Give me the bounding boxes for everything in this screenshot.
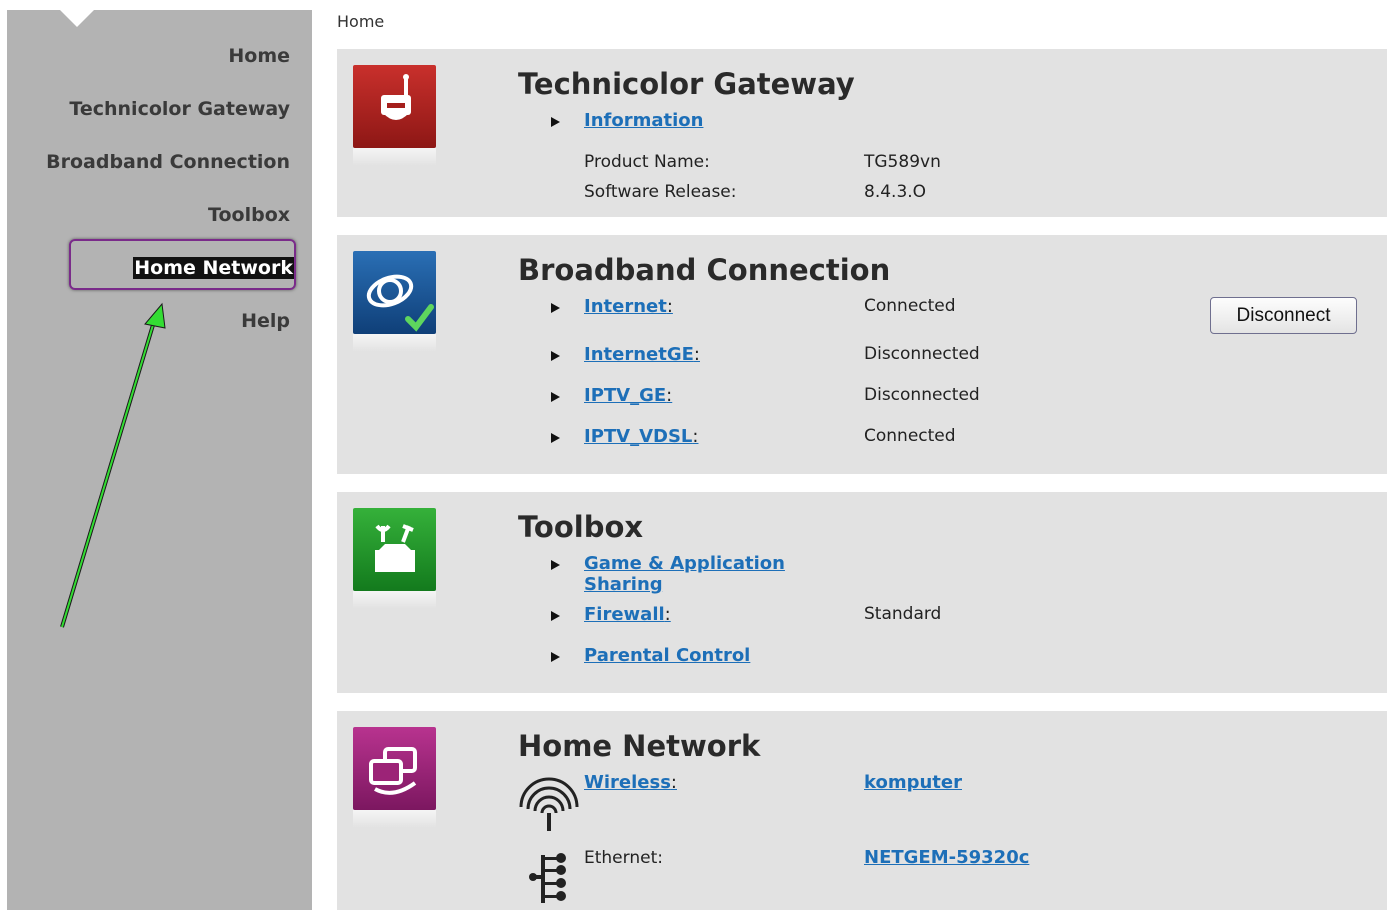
annotation-arrow <box>60 302 166 628</box>
gateway-title: Technicolor Gateway <box>518 67 855 101</box>
ethernet-label: Ethernet: <box>584 848 663 868</box>
panel-technicolor-gateway: Technicolor Gateway Information Product … <box>337 49 1387 217</box>
panel-home-network: Home Network Wireless: komputer Ethernet… <box>337 711 1387 910</box>
information-link[interactable]: Information <box>584 110 703 131</box>
firewall-link[interactable]: Firewall: <box>584 604 671 625</box>
software-release-value: 8.4.3.O <box>864 182 927 202</box>
home-network-title: Home Network <box>518 729 761 763</box>
toolbox-title: Toolbox <box>518 510 644 544</box>
home-network-icon[interactable] <box>353 727 436 828</box>
wireless-ssid-link[interactable]: komputer <box>864 772 962 793</box>
ethernet-icon <box>529 853 566 903</box>
broadband-title: Broadband Connection <box>518 253 891 287</box>
row-arrow-icon <box>551 303 560 313</box>
ethernet-device-link[interactable]: NETGEM-59320c <box>864 847 1029 868</box>
disconnect-button[interactable]: Disconnect <box>1210 297 1357 334</box>
toolbox-icon[interactable] <box>353 508 436 609</box>
panel-toolbox: Toolbox Game & Application Sharing Firewa… <box>337 492 1387 693</box>
sidebar: Home Technicolor Gateway Broadband Conne… <box>7 9 312 910</box>
software-release-label: Software Release: <box>584 182 737 202</box>
row-arrow-icon <box>551 392 560 402</box>
gateway-icon[interactable] <box>353 65 436 166</box>
iptv-ge-link[interactable]: IPTV_GE: <box>584 385 672 406</box>
row-arrow-icon <box>551 652 560 662</box>
internet-status: Connected <box>864 296 956 316</box>
row-arrow-icon <box>551 117 560 127</box>
wireless-link[interactable]: Wireless: <box>584 772 677 793</box>
row-arrow-icon <box>551 560 560 570</box>
product-name-value: TG589vn <box>864 152 941 172</box>
parental-control-link[interactable]: Parental Control <box>584 645 750 666</box>
row-arrow-icon <box>551 433 560 443</box>
panel-broadband-connection: Broadband Connection Internet: Connected… <box>337 235 1387 474</box>
iptv-ge-status: Disconnected <box>864 385 980 405</box>
internet-link[interactable]: Internet: <box>584 296 673 317</box>
internetge-link[interactable]: InternetGE: <box>584 344 700 365</box>
firewall-value: Standard <box>864 604 942 624</box>
iptv-vdsl-status: Connected <box>864 426 956 446</box>
product-name-label: Product Name: <box>584 152 710 172</box>
wireless-icon <box>519 777 579 831</box>
breadcrumb: Home <box>337 12 385 31</box>
broadband-globe-icon[interactable] <box>353 251 436 352</box>
row-arrow-icon <box>551 351 560 361</box>
row-arrow-icon <box>551 611 560 621</box>
game-application-sharing-link[interactable]: Game & Application Sharing <box>584 553 785 595</box>
internetge-status: Disconnected <box>864 344 980 364</box>
iptv-vdsl-link[interactable]: IPTV_VDSL: <box>584 426 698 447</box>
